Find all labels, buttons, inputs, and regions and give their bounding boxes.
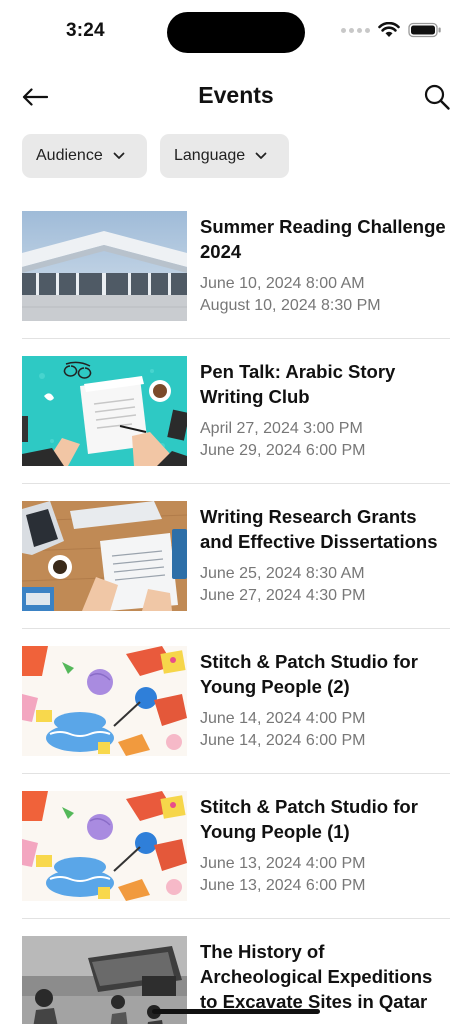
event-text: The History of Archeological Expeditions…: [200, 939, 450, 1014]
event-text: Pen Talk: Arabic Story Writing Club Apri…: [200, 359, 450, 462]
dynamic-island: [167, 12, 305, 53]
event-end-date: June 14, 2024 6:00 PM: [200, 732, 366, 749]
event-image: [22, 501, 187, 611]
event-start-date: June 14, 2024 4:00 PM: [200, 710, 366, 727]
audience-filter-label: Audience: [36, 147, 103, 164]
event-end-date: June 29, 2024 6:00 PM: [200, 442, 366, 459]
event-image: [22, 211, 187, 321]
event-dates: June 13, 2024 4:00 PM June 13, 2024 6:00…: [200, 853, 450, 897]
event-title: Stitch & Patch Studio for Young People (…: [200, 651, 418, 697]
event-end-date: June 13, 2024 6:00 PM: [200, 877, 366, 894]
status-time: 3:24: [66, 20, 105, 41]
event-item[interactable]: Stitch & Patch Studio for Young People (…: [22, 629, 450, 774]
event-start-date: June 25, 2024 8:30 AM: [200, 565, 365, 582]
event-item[interactable]: Writing Research Grants and Effective Di…: [22, 484, 450, 629]
search-icon: [424, 84, 450, 110]
event-title: Pen Talk: Arabic Story Writing Club: [200, 361, 396, 407]
battery-icon: [408, 22, 441, 38]
event-text: Stitch & Patch Studio for Young People (…: [200, 794, 450, 897]
nav-bar: Events: [0, 72, 472, 124]
chevron-down-icon: [113, 152, 125, 159]
event-dates: April 27, 2024 3:00 PM June 29, 2024 6:0…: [200, 418, 450, 462]
event-text: Summer Reading Challenge 2024 June 10, 2…: [200, 214, 450, 317]
language-filter[interactable]: Language: [160, 134, 289, 178]
cellular-signal-icon: [341, 27, 370, 33]
audience-filter[interactable]: Audience: [22, 134, 147, 178]
page-title: Events: [198, 82, 274, 108]
search-button[interactable]: [420, 80, 454, 114]
event-end-date: June 27, 2024 4:30 PM: [200, 587, 366, 604]
event-text: Writing Research Grants and Effective Di…: [200, 504, 450, 607]
status-icons: [341, 22, 442, 38]
language-filter-label: Language: [174, 147, 246, 164]
event-start-date: April 27, 2024 3:00 PM: [200, 420, 363, 437]
event-text: Stitch & Patch Studio for Young People (…: [200, 649, 450, 752]
event-dates: June 10, 2024 8:00 AM August 10, 2024 8:…: [200, 273, 450, 317]
event-title: Summer Reading Challenge 2024: [200, 216, 446, 262]
chevron-down-icon: [255, 152, 267, 159]
event-list: Summer Reading Challenge 2024 June 10, 2…: [22, 194, 450, 1024]
event-image: [22, 791, 187, 901]
event-title: The History of Archeological Expeditions…: [200, 941, 433, 1012]
wifi-icon: [378, 22, 400, 37]
event-image: [22, 646, 187, 756]
event-item[interactable]: Stitch & Patch Studio for Young People (…: [22, 774, 450, 919]
event-item[interactable]: Pen Talk: Arabic Story Writing Club Apri…: [22, 339, 450, 484]
event-start-date: June 10, 2024 8:00 AM: [200, 275, 365, 292]
event-dates: June 14, 2024 4:00 PM June 14, 2024 6:00…: [200, 708, 450, 752]
event-title: Stitch & Patch Studio for Young People (…: [200, 796, 418, 842]
event-end-date: August 10, 2024 8:30 PM: [200, 297, 381, 314]
filter-bar: Audience Language: [22, 134, 289, 178]
event-item[interactable]: Summer Reading Challenge 2024 June 10, 2…: [22, 194, 450, 339]
event-image: [22, 356, 187, 466]
event-title: Writing Research Grants and Effective Di…: [200, 506, 438, 552]
event-dates: June 25, 2024 8:30 AM June 27, 2024 4:30…: [200, 563, 450, 607]
event-start-date: June 13, 2024 4:00 PM: [200, 855, 366, 872]
status-bar: 3:24: [0, 0, 472, 64]
home-indicator[interactable]: [152, 1009, 320, 1014]
